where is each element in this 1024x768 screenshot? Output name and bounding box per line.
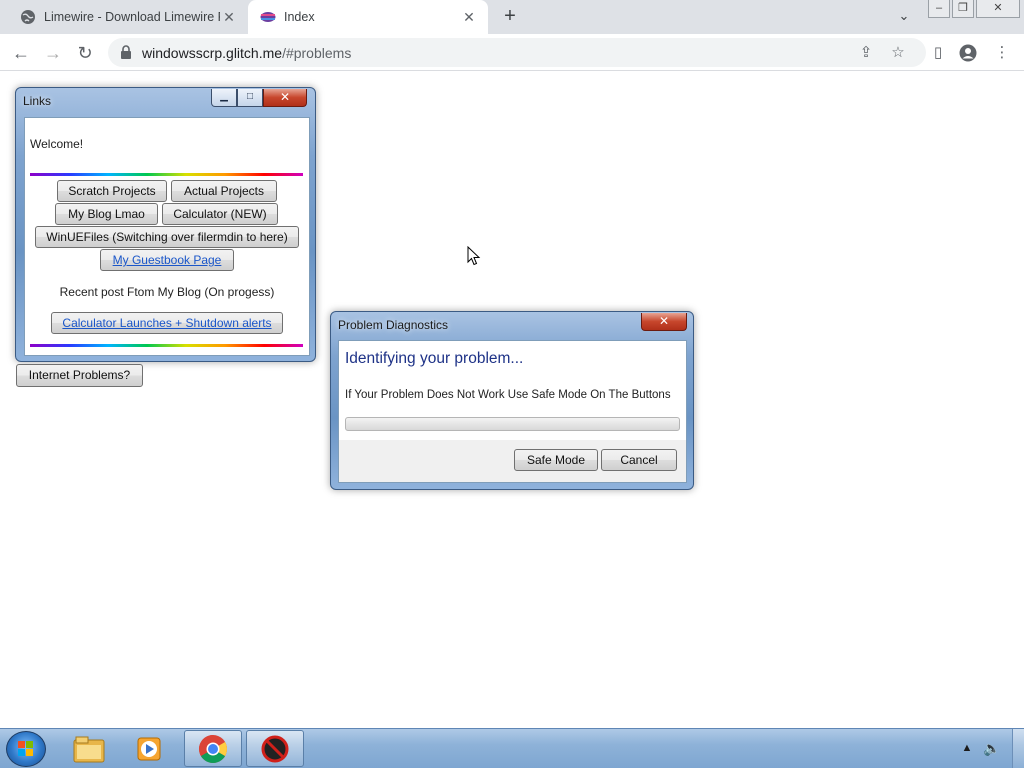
- close-tab-icon[interactable]: ✕: [220, 9, 238, 26]
- close-icon[interactable]: ✕: [263, 89, 307, 107]
- bookmark-star-icon[interactable]: ☆: [888, 43, 908, 63]
- diagnostics-heading: Identifying your problem...: [345, 350, 524, 367]
- file-explorer-icon[interactable]: [60, 730, 118, 767]
- back-arrow-icon[interactable]: ←: [8, 40, 34, 66]
- tab-search-chevron-icon[interactable]: ⌄: [894, 8, 914, 26]
- close-icon[interactable]: ✕: [641, 313, 687, 331]
- cancel-button[interactable]: Cancel: [601, 449, 677, 471]
- reload-icon[interactable]: ↻: [72, 40, 98, 66]
- calculator-button[interactable]: Calculator (NEW): [162, 203, 278, 225]
- rainbow-divider: [30, 173, 303, 176]
- restore-window-icon[interactable]: ❐: [952, 0, 974, 18]
- show-hidden-icons-icon[interactable]: ▲: [960, 739, 974, 757]
- scratch-projects-button[interactable]: Scratch Projects: [57, 180, 167, 202]
- diagnostics-message: If Your Problem Does Not Work Use Safe M…: [345, 389, 671, 401]
- winuefiles-button[interactable]: WinUEFiles (Switching over filermdin to …: [35, 226, 299, 248]
- diagnostics-body: Identifying your problem... If Your Prob…: [338, 340, 687, 483]
- links-window: Links ▁ □ ✕ Welcome! Scratch Projects Ac…: [15, 87, 316, 362]
- tab-strip: Limewire - Download Limewire F ✕ Index ✕…: [0, 0, 1024, 34]
- tab-limewire[interactable]: Limewire - Download Limewire F ✕: [8, 0, 248, 34]
- new-tab-button[interactable]: +: [498, 5, 522, 29]
- rainbow-divider: [30, 344, 303, 347]
- profile-icon[interactable]: [958, 44, 978, 64]
- browser-toolbar: ← → ↻ windowsscrp.glitch.me/#problems ⇪ …: [0, 34, 1024, 71]
- start-orb-icon[interactable]: [6, 731, 46, 767]
- window-title: Problem Diagnostics: [338, 318, 449, 332]
- tab-title: Limewire - Download Limewire F: [44, 10, 220, 24]
- minimize-window-icon[interactable]: ‒: [928, 0, 950, 18]
- tab-title: Index: [284, 10, 315, 24]
- recent-post-heading: Recent post Ftom My Blog (On progess): [59, 285, 275, 299]
- volume-icon[interactable]: 🔈: [982, 739, 1002, 757]
- address-bar[interactable]: windowsscrp.glitch.me/#problems ⇪ ☆: [108, 38, 926, 67]
- window-title: Links: [23, 94, 52, 108]
- lock-icon: [121, 45, 131, 59]
- guestbook-link-button[interactable]: My Guestbook Page: [100, 249, 234, 271]
- globe-icon: [20, 9, 36, 25]
- taskbar: ▲ 🔈: [0, 728, 1024, 768]
- side-panel-icon[interactable]: ▯: [928, 44, 948, 64]
- blocked-app-icon[interactable]: [246, 730, 304, 767]
- mouse-cursor-icon: [467, 246, 481, 266]
- welcome-text: Welcome!: [30, 137, 84, 151]
- diagnostics-progress-bar: [345, 417, 680, 431]
- media-player-icon[interactable]: [120, 730, 178, 767]
- menu-kebab-icon[interactable]: ⋮: [992, 44, 1012, 64]
- safe-mode-button[interactable]: Safe Mode: [514, 449, 598, 471]
- actual-projects-button[interactable]: Actual Projects: [171, 180, 277, 202]
- share-icon[interactable]: ⇪: [856, 43, 876, 63]
- forward-arrow-icon[interactable]: →: [40, 40, 66, 66]
- chrome-icon[interactable]: [184, 730, 242, 767]
- minimize-icon[interactable]: ▁: [211, 89, 237, 107]
- close-window-icon[interactable]: ✕: [976, 0, 1020, 18]
- tab-index[interactable]: Index ✕: [248, 0, 488, 34]
- maximize-icon[interactable]: □: [237, 89, 263, 107]
- problem-diagnostics-window: Problem Diagnostics ✕ Identifying your p…: [330, 311, 694, 490]
- site-favicon-icon: [260, 9, 276, 25]
- url-text: windowsscrp.glitch.me/#problems: [142, 45, 352, 61]
- close-tab-icon[interactable]: ✕: [460, 9, 478, 26]
- diagnostics-content-area: Identifying your problem... If Your Prob…: [339, 341, 686, 440]
- my-blog-button[interactable]: My Blog Lmao: [55, 203, 158, 225]
- links-window-body: Welcome! Scratch Projects Actual Project…: [24, 117, 310, 356]
- internet-problems-button[interactable]: Internet Problems?: [16, 364, 143, 387]
- show-desktop-button[interactable]: [1012, 729, 1024, 768]
- recent-post-link-button[interactable]: Calculator Launches + Shutdown alerts: [51, 312, 283, 334]
